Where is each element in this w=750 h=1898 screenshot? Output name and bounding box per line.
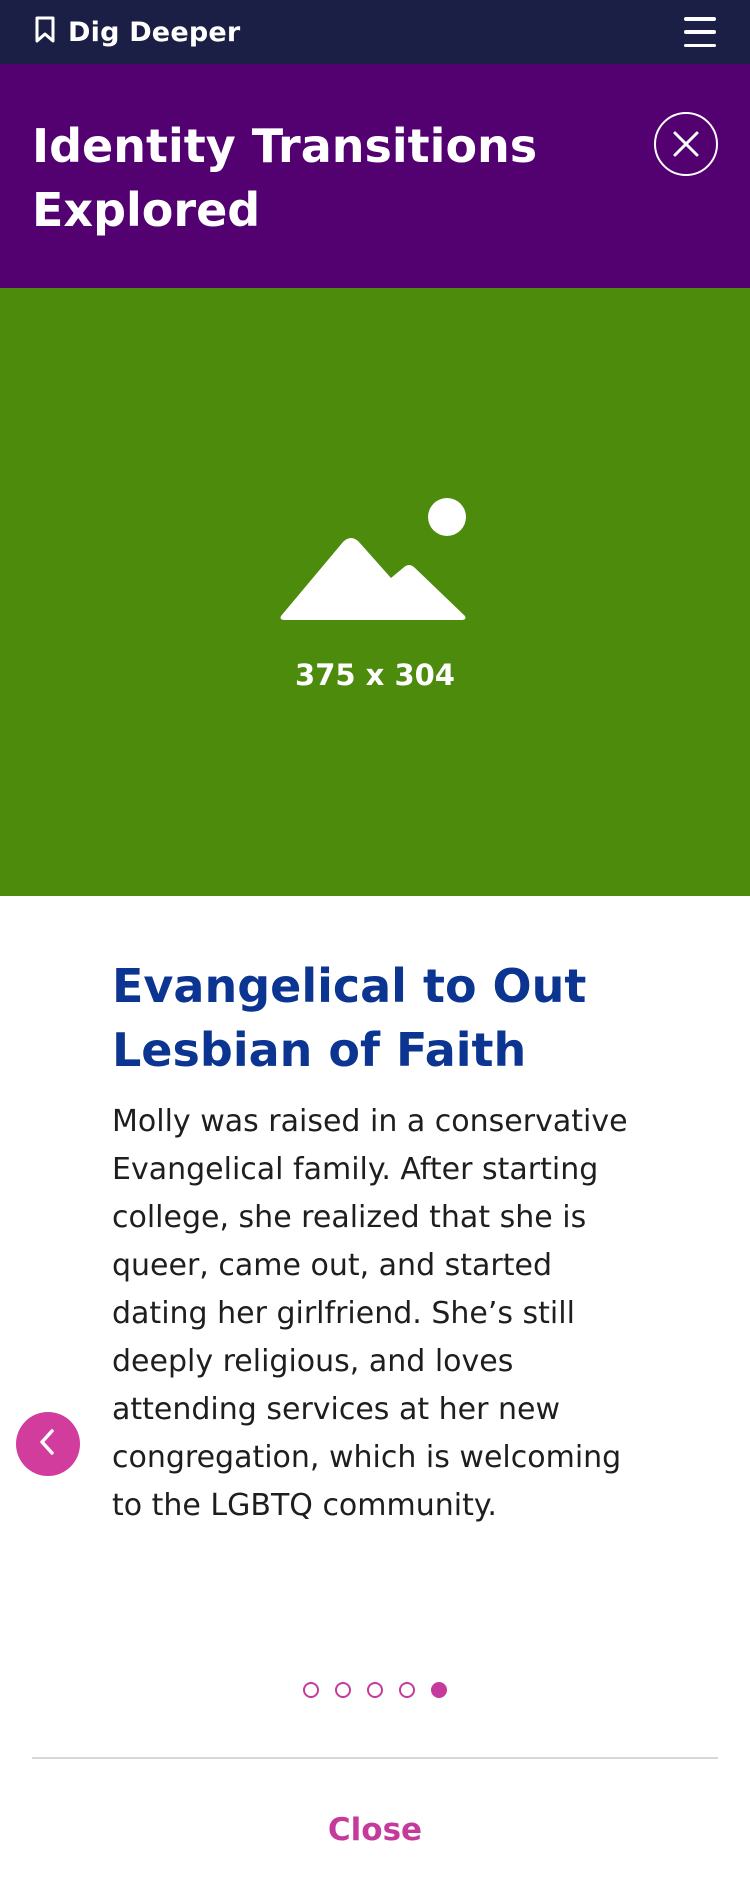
chevron-left-icon [36, 1427, 60, 1461]
dig-deeper-link[interactable]: Dig Deeper [34, 16, 240, 48]
pagination-dot[interactable] [335, 1682, 351, 1698]
section-title: Dig Deeper [68, 16, 241, 48]
story-title: Evangelical to Out Lesbian of Faith [112, 959, 587, 1077]
top-bar: Dig Deeper [0, 0, 750, 64]
page-title: Identity Transitions Explored [32, 119, 538, 237]
pagination-dot[interactable] [303, 1682, 319, 1698]
story-body: Molly was raised in a conservative Evang… [112, 1104, 628, 1523]
footer-divider [32, 1757, 718, 1759]
image-dimensions-label: 375 x 304 [295, 658, 455, 692]
carousel-pagination [0, 1682, 750, 1698]
previous-slide-button[interactable] [16, 1412, 80, 1476]
hamburger-menu-icon[interactable] [684, 17, 716, 47]
story-image-placeholder: 375 x 304 [0, 288, 750, 896]
bookmark-icon [34, 16, 56, 48]
pagination-dot[interactable] [399, 1682, 415, 1698]
pagination-dot[interactable] [431, 1682, 447, 1698]
close-button[interactable]: Close [0, 1812, 750, 1848]
pagination-dot[interactable] [367, 1682, 383, 1698]
story-content: Evangelical to Out Lesbian of Faith Moll… [112, 954, 652, 1530]
close-icon[interactable] [654, 112, 718, 176]
modal-header: Identity Transitions Explored [0, 64, 750, 288]
image-placeholder-icon [275, 492, 475, 636]
